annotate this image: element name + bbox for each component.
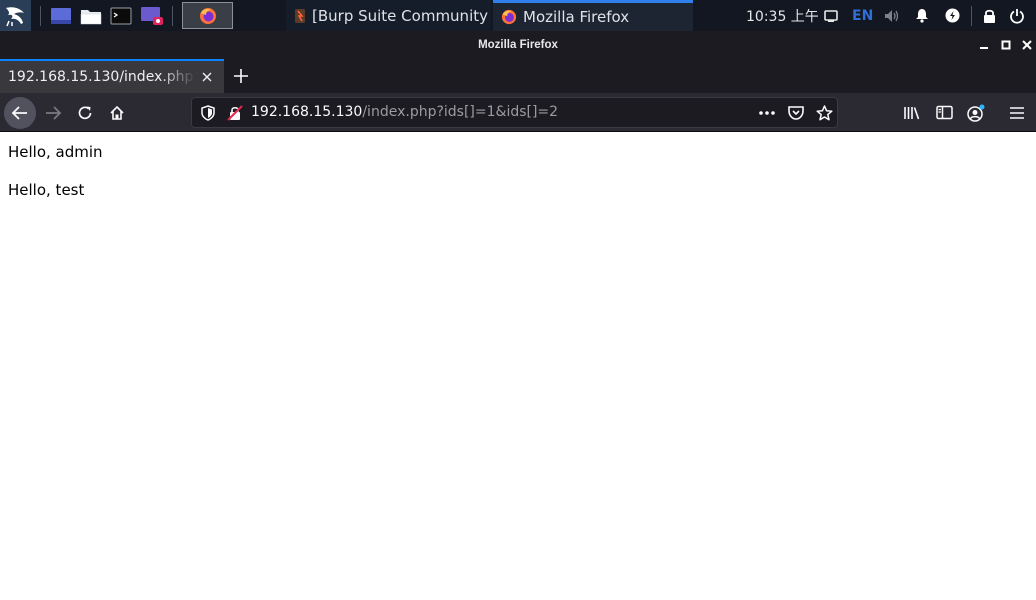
firefox-icon xyxy=(199,7,216,24)
panel-separator xyxy=(40,6,41,26)
clock[interactable]: 10:35 上午 xyxy=(746,0,819,31)
file-manager-icon xyxy=(80,9,102,24)
close-icon xyxy=(1022,40,1032,50)
pocket-icon xyxy=(788,106,804,120)
power-icon xyxy=(1010,8,1024,24)
keyboard-language[interactable]: EN xyxy=(852,0,873,31)
greeting-line-admin: Hello, admin xyxy=(8,143,103,161)
plus-icon xyxy=(234,69,248,83)
tracking-protection-button[interactable] xyxy=(198,98,218,127)
app-menu-button[interactable] xyxy=(1005,93,1029,132)
reload-button[interactable] xyxy=(73,93,97,132)
library-button[interactable] xyxy=(900,93,924,132)
window-titlebar[interactable]: Mozilla Firefox xyxy=(0,31,1036,59)
insecure-lock-icon xyxy=(227,104,243,121)
screen-recorder-launcher[interactable] xyxy=(139,0,165,31)
maximize-button[interactable] xyxy=(995,31,1017,59)
taskbar-item-label: [Burp Suite Community ... xyxy=(312,6,491,25)
url-path: /index.php?ids[]=1&ids[]=2 xyxy=(362,104,559,120)
sidebar-icon xyxy=(935,105,953,120)
power-plug-icon xyxy=(945,8,960,23)
volume-icon xyxy=(885,9,899,22)
tab-active[interactable]: 192.168.15.130/index.php?ids[]=1&ids[]=2 xyxy=(0,59,224,93)
reload-icon xyxy=(78,106,92,119)
home-icon xyxy=(110,105,124,120)
shield-icon xyxy=(201,104,215,121)
bookmark-star-button[interactable] xyxy=(812,98,836,127)
arrow-right-icon xyxy=(46,105,62,120)
library-icon xyxy=(904,106,920,119)
page-content: Hello, admin Hello, test xyxy=(0,133,1036,600)
display-tray[interactable] xyxy=(824,0,840,31)
close-icon xyxy=(202,72,212,82)
address-bar[interactable]: 192.168.15.130/index.php?ids[]=1&ids[]=2 xyxy=(191,97,838,128)
bell-icon xyxy=(916,9,928,23)
notifications-tray[interactable] xyxy=(915,0,931,31)
window-title: Mozilla Firefox xyxy=(478,39,558,51)
burp-icon xyxy=(295,8,305,23)
lock-screen-button[interactable] xyxy=(983,0,999,31)
terminal-launcher[interactable] xyxy=(109,0,133,31)
maximize-icon xyxy=(1001,40,1011,50)
taskbar-item-label: Mozilla Firefox xyxy=(523,8,630,26)
page-actions-button[interactable] xyxy=(755,98,779,127)
screen-recorder-icon xyxy=(141,6,163,25)
account-icon xyxy=(967,104,985,122)
sidebar-toggle-button[interactable] xyxy=(932,93,956,132)
minimize-icon xyxy=(980,47,988,49)
firefox-quicklaunch[interactable] xyxy=(182,2,233,29)
new-tab-button[interactable] xyxy=(229,63,253,89)
navigation-toolbar: 192.168.15.130/index.php?ids[]=1&ids[]=2 xyxy=(0,93,1036,132)
star-icon xyxy=(815,104,833,120)
terminal-icon xyxy=(110,7,132,24)
tab-strip: 192.168.15.130/index.php?ids[]=1&ids[]=2 xyxy=(0,59,1036,93)
site-security-button[interactable] xyxy=(224,98,246,127)
url-host: 192.168.15.130 xyxy=(251,104,363,120)
top-panel: [Burp Suite Community ... Mozilla Firefo… xyxy=(0,0,1036,31)
tab-close-button[interactable] xyxy=(198,68,216,86)
hamburger-menu-icon xyxy=(1010,106,1024,119)
tab-title: 192.168.15.130/index.php?ids[]=1&ids[]=2 xyxy=(8,69,196,85)
logout-button[interactable] xyxy=(1009,0,1027,31)
close-window-button[interactable] xyxy=(1016,31,1036,59)
home-button[interactable] xyxy=(105,93,129,132)
kali-menu-button[interactable] xyxy=(0,0,31,31)
taskbar-item-firefox[interactable]: Mozilla Firefox xyxy=(493,0,693,31)
url-text[interactable]: 192.168.15.130/index.php?ids[]=1&ids[]=2 xyxy=(251,98,558,127)
arrow-left-icon xyxy=(11,105,27,120)
workspace-icon xyxy=(51,7,71,24)
back-button[interactable] xyxy=(3,93,37,132)
firefox-icon xyxy=(501,9,517,25)
forward-button[interactable] xyxy=(41,93,65,132)
pocket-button[interactable] xyxy=(784,98,808,127)
file-manager-launcher[interactable] xyxy=(79,0,103,31)
display-icon xyxy=(824,9,838,22)
minimize-button[interactable] xyxy=(973,31,995,59)
power-manager-tray[interactable] xyxy=(945,0,961,31)
greeting-line-test: Hello, test xyxy=(8,181,85,199)
taskbar-item-burp[interactable]: [Burp Suite Community ... xyxy=(286,0,491,31)
volume-tray[interactable] xyxy=(884,0,902,31)
panel-separator xyxy=(971,6,972,26)
lock-icon xyxy=(984,9,995,23)
panel-separator xyxy=(172,6,173,26)
workspace-launcher[interactable] xyxy=(49,0,73,31)
more-horizontal-icon xyxy=(759,110,775,115)
account-button[interactable] xyxy=(964,93,988,132)
kali-dragon-icon xyxy=(5,6,24,26)
